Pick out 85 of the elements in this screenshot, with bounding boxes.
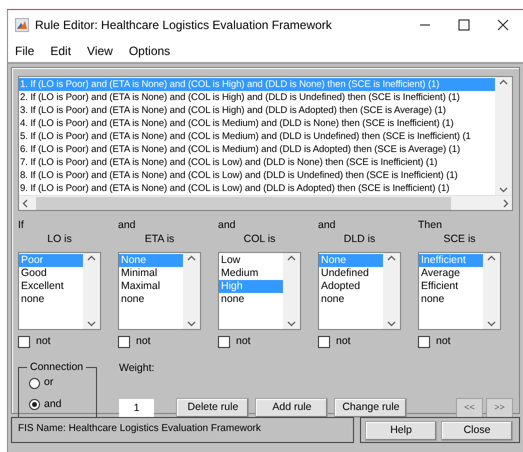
list-option[interactable]: Low: [219, 254, 283, 267]
connector-label: and: [218, 219, 236, 232]
connector-label: and: [118, 219, 136, 232]
variable-label: ETA is: [144, 233, 174, 246]
push-button[interactable]: Help: [365, 421, 437, 441]
scroll-up-icon[interactable]: [87, 255, 96, 261]
list-option[interactable]: Good: [19, 267, 83, 280]
list-option[interactable]: Average: [419, 267, 483, 280]
scroll-left-icon[interactable]: [22, 198, 28, 208]
not-label: not: [236, 334, 251, 349]
list-option[interactable]: none: [419, 293, 483, 306]
menu-item[interactable]: Edit: [50, 42, 72, 60]
membership-list[interactable]: None Minimal Maximal none: [118, 252, 201, 330]
scroll-down-icon[interactable]: [387, 321, 396, 327]
rule-item[interactable]: 9. If (LO is Poor) and (ETA is None) and (COL is Low) and (DLD is Adopted) then (SCE is Inefficient) (1): [19, 182, 495, 195]
push-button[interactable]: Add rule: [255, 398, 328, 418]
scroll-right-icon[interactable]: [503, 198, 509, 208]
connector-label: If: [18, 219, 24, 232]
list-option[interactable]: Excellent: [19, 280, 83, 293]
rule-list[interactable]: [18, 76, 513, 211]
rule-item[interactable]: 5. If (LO is Poor) and (ETA is None) and (COL is Medium) and (DLD is Undefined) then (SCE is Inefficient) (1: [19, 130, 495, 143]
radio-button[interactable]: [29, 399, 40, 410]
push-button[interactable]: Close: [441, 421, 513, 441]
maximize-icon[interactable]: [458, 19, 470, 31]
radio-label: or: [44, 375, 54, 390]
rule-item[interactable]: 8. If (LO is Poor) and (ETA is None) and (COL is Low) and (DLD is Undefined) then (SCE is Inefficient) (1): [19, 169, 495, 182]
list-option[interactable]: Minimal: [119, 267, 183, 280]
not-label: not: [336, 334, 351, 349]
scroll-down-icon[interactable]: [487, 321, 496, 327]
rule-item[interactable]: 4. If (LO is Poor) and (ETA is None) and (COL is Medium) and (DLD is None) then (SCE is Inefficient) (1): [19, 117, 495, 130]
membership-list[interactable]: Low Medium High none: [218, 252, 301, 330]
variable-label: SCE is: [443, 233, 476, 246]
scroll-down-icon[interactable]: [287, 321, 296, 327]
scroll-up-icon[interactable]: [187, 255, 196, 261]
scroll-down-icon[interactable]: [87, 321, 96, 327]
menu-item[interactable]: File: [15, 42, 34, 60]
scroll-up-icon[interactable]: [287, 255, 296, 261]
weight-label: Weight:: [119, 362, 154, 374]
variable-label: DLD is: [344, 233, 376, 246]
list-option[interactable]: Maximal: [119, 280, 183, 293]
group-title: Connection: [27, 360, 86, 373]
rule-item[interactable]: 7. If (LO is Poor) and (ETA is None) and (COL is Low) and (DLD is None) then (SCE is Inefficient) (1): [19, 156, 495, 169]
rule-item[interactable]: 3. If (LO is Poor) and (ETA is None) and (COL is High) and (DLD is Adopted) then (SCE is Average) (1): [19, 104, 495, 117]
not-checkbox[interactable]: [418, 336, 430, 348]
scroll-down-icon[interactable]: [187, 321, 196, 327]
list-option[interactable]: none: [119, 293, 183, 306]
list-option[interactable]: Adopted: [319, 280, 383, 293]
status-text: FIS Name: Healthcare Logistics Evaluation Framework: [18, 422, 261, 436]
list-option[interactable]: none: [219, 293, 283, 306]
scroll-down-icon[interactable]: [499, 187, 508, 193]
list-option[interactable]: Efficient: [419, 280, 483, 293]
scroll-thumb[interactable]: [36, 196, 451, 210]
not-checkbox[interactable]: [118, 336, 130, 348]
close-icon[interactable]: [497, 19, 509, 31]
push-button[interactable]: Delete rule: [176, 398, 250, 418]
membership-list[interactable]: None Undefined Adopted none: [318, 252, 401, 330]
not-checkbox[interactable]: [18, 336, 30, 348]
list-option[interactable]: Undefined: [319, 267, 383, 280]
app-icon: [15, 18, 29, 32]
list-option[interactable]: none: [19, 293, 83, 306]
list-option[interactable]: none: [319, 293, 383, 306]
rule-item[interactable]: 2. If (LO is Poor) and (ETA is None) and (COL is High) and (DLD is Undefined) then (SCE is Inefficient) (1): [19, 91, 495, 104]
push-button[interactable]: Change rule: [334, 398, 408, 418]
not-label: not: [436, 334, 451, 349]
rule-item[interactable]: 6. If (LO is Poor) and (ETA is None) and (COL is Medium) and (DLD is Adopted) then (SCE is Average) (1): [19, 143, 495, 156]
variable-label: LO is: [47, 233, 72, 246]
membership-list[interactable]: Poor Good Excellent none: [18, 252, 101, 330]
membership-list[interactable]: Inefficient Average Efficient none: [418, 252, 501, 330]
not-label: not: [136, 334, 151, 349]
connector-label: Then: [418, 219, 442, 232]
variable-label: COL is: [244, 233, 276, 246]
menu-item[interactable]: View: [87, 42, 113, 60]
menu-item[interactable]: Options: [128, 42, 170, 60]
weight-field[interactable]: 1: [119, 398, 154, 418]
scroll-up-icon[interactable]: [487, 255, 496, 261]
scroll-up-icon[interactable]: [499, 79, 508, 85]
not-checkbox[interactable]: [218, 336, 230, 348]
radio-label: and: [44, 397, 62, 412]
window-title: Rule Editor: Healthcare Logistics Evaluation Framework: [35, 17, 332, 34]
not-checkbox[interactable]: [318, 336, 330, 348]
radio-button[interactable]: [29, 378, 40, 389]
not-label: not: [36, 334, 51, 349]
list-option[interactable]: Medium: [219, 267, 283, 280]
scroll-up-icon[interactable]: [387, 255, 396, 261]
connector-label: and: [318, 219, 336, 232]
